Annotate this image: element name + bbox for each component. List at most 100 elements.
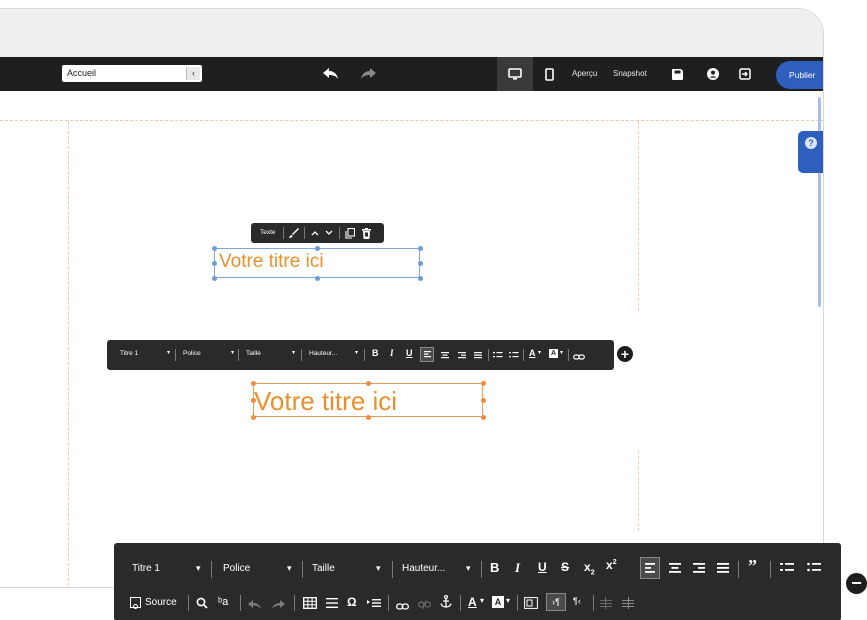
caret-down-icon[interactable]: ▾ bbox=[376, 563, 381, 574]
resize-handle[interactable] bbox=[366, 415, 371, 420]
show-blocks-icon[interactable] bbox=[524, 596, 538, 614]
resize-handle[interactable] bbox=[481, 381, 486, 386]
chevron-left-icon[interactable]: ‹ bbox=[186, 67, 200, 80]
align-justify-icon[interactable] bbox=[716, 558, 730, 583]
style-select[interactable]: Titre 1 bbox=[132, 563, 160, 574]
text-color-icon[interactable]: A bbox=[529, 348, 536, 358]
vertical-scrollbar[interactable] bbox=[818, 97, 821, 307]
caret-down-icon[interactable]: ▾ bbox=[506, 596, 510, 605]
strikethrough-icon[interactable]: S bbox=[561, 560, 569, 574]
anchor-icon[interactable] bbox=[440, 594, 452, 614]
align-right-icon[interactable] bbox=[457, 348, 467, 366]
resize-handle[interactable] bbox=[315, 246, 320, 251]
chevron-down-icon[interactable] bbox=[322, 226, 336, 240]
table-icon[interactable] bbox=[303, 596, 317, 614]
desktop-view-icon[interactable] bbox=[502, 57, 528, 91]
undo-icon[interactable] bbox=[248, 597, 262, 615]
superscript-icon[interactable]: x2 bbox=[606, 558, 617, 572]
replace-icon[interactable]: ᵇa bbox=[218, 596, 228, 608]
align-left-icon[interactable] bbox=[640, 557, 660, 579]
resize-handle[interactable] bbox=[481, 398, 486, 403]
resize-handle[interactable] bbox=[481, 415, 486, 420]
save-icon[interactable] bbox=[664, 57, 690, 91]
link-icon[interactable] bbox=[573, 349, 585, 367]
align-center-icon[interactable] bbox=[668, 558, 682, 583]
caret-down-icon[interactable]: ▾ bbox=[196, 563, 201, 574]
help-button[interactable]: ? bbox=[798, 131, 823, 173]
ltr-direction-icon[interactable]: ›¶ bbox=[546, 593, 566, 611]
resize-handle[interactable] bbox=[418, 261, 423, 266]
snapshot-button[interactable]: Snapshot bbox=[613, 57, 647, 91]
numbered-list-icon[interactable] bbox=[780, 559, 794, 582]
duplicate-icon[interactable] bbox=[343, 226, 357, 240]
resize-handle[interactable] bbox=[315, 276, 320, 281]
resize-handle[interactable] bbox=[251, 381, 256, 386]
line-height-select[interactable]: Hauteur... bbox=[402, 563, 445, 574]
line-height-select[interactable]: Hauteur... bbox=[309, 350, 337, 357]
account-icon[interactable] bbox=[700, 57, 726, 91]
bullet-list-icon[interactable] bbox=[807, 559, 821, 582]
preview-button[interactable]: Aperçu bbox=[572, 57, 597, 91]
size-select[interactable]: Taille bbox=[312, 563, 335, 574]
brush-icon[interactable] bbox=[287, 226, 301, 240]
insert-list-icon[interactable] bbox=[367, 596, 381, 614]
add-element-icon[interactable]: + bbox=[617, 346, 633, 362]
subscript-icon[interactable]: x2 bbox=[584, 560, 595, 576]
resize-handle[interactable] bbox=[418, 246, 423, 251]
caret-down-icon[interactable]: ▾ bbox=[538, 349, 541, 356]
background-color-icon[interactable]: A bbox=[492, 596, 504, 608]
special-character-icon[interactable]: Ω bbox=[347, 595, 357, 609]
rtl-direction-icon[interactable]: ¶‹ bbox=[573, 596, 581, 606]
size-select[interactable]: Taille bbox=[246, 350, 261, 357]
title-element-editing[interactable]: Votre titre ici bbox=[253, 383, 483, 417]
horizontal-rule-icon[interactable] bbox=[326, 596, 338, 614]
caret-down-icon[interactable]: ▾ bbox=[355, 349, 358, 356]
blockquote-icon[interactable]: ” bbox=[748, 556, 757, 577]
chevron-up-icon[interactable] bbox=[308, 226, 322, 240]
font-select[interactable]: Police bbox=[223, 563, 250, 574]
caret-down-icon[interactable]: ▾ bbox=[287, 563, 292, 574]
source-icon[interactable] bbox=[130, 597, 141, 609]
background-color-icon[interactable]: A bbox=[549, 349, 558, 358]
resize-handle[interactable] bbox=[418, 276, 423, 281]
bold-icon[interactable]: B bbox=[490, 560, 499, 575]
page-select[interactable]: Accueil ‹ bbox=[62, 65, 202, 82]
align-justify-icon[interactable] bbox=[473, 348, 483, 366]
trash-icon[interactable] bbox=[359, 226, 373, 240]
caret-down-icon[interactable]: ▾ bbox=[292, 349, 295, 356]
style-select[interactable]: Titre 1 bbox=[120, 350, 138, 357]
resize-handle[interactable] bbox=[212, 276, 217, 281]
source-button[interactable]: Source bbox=[145, 597, 177, 608]
underline-icon[interactable]: U bbox=[538, 560, 547, 574]
redo-icon[interactable] bbox=[271, 597, 285, 615]
title-text[interactable]: Votre titre ici bbox=[254, 386, 397, 417]
bullet-list-icon[interactable] bbox=[509, 348, 519, 366]
title-text[interactable]: Votre titre ici bbox=[219, 251, 324, 273]
caret-down-icon[interactable]: ▾ bbox=[560, 349, 563, 356]
italic-icon[interactable]: I bbox=[390, 348, 394, 358]
search-icon[interactable] bbox=[196, 596, 208, 614]
caret-down-icon[interactable]: ▾ bbox=[231, 349, 234, 356]
align-right-icon[interactable] bbox=[692, 558, 706, 583]
unlink-icon[interactable] bbox=[418, 597, 431, 615]
mobile-view-icon[interactable] bbox=[536, 57, 562, 91]
font-select[interactable]: Police bbox=[183, 350, 201, 357]
publish-button[interactable]: Publier bbox=[776, 61, 823, 89]
resize-handle[interactable] bbox=[212, 261, 217, 266]
title-element-selected[interactable]: Votre titre ici bbox=[214, 248, 420, 278]
outdent-icon[interactable] bbox=[600, 596, 612, 614]
redo-icon[interactable] bbox=[355, 57, 381, 91]
collapse-toolbar-icon[interactable]: − bbox=[846, 573, 867, 594]
caret-down-icon[interactable]: ▾ bbox=[466, 563, 471, 574]
italic-icon[interactable]: I bbox=[515, 560, 520, 576]
resize-handle[interactable] bbox=[212, 246, 217, 251]
caret-down-icon[interactable]: ▾ bbox=[480, 596, 484, 605]
resize-handle[interactable] bbox=[366, 381, 371, 386]
align-center-icon[interactable] bbox=[440, 348, 450, 366]
indent-icon[interactable] bbox=[622, 596, 634, 614]
bold-icon[interactable]: B bbox=[372, 348, 379, 358]
undo-icon[interactable] bbox=[318, 57, 344, 91]
link-icon[interactable] bbox=[396, 598, 409, 616]
exit-icon[interactable] bbox=[732, 57, 758, 91]
align-left-icon[interactable] bbox=[420, 347, 434, 362]
